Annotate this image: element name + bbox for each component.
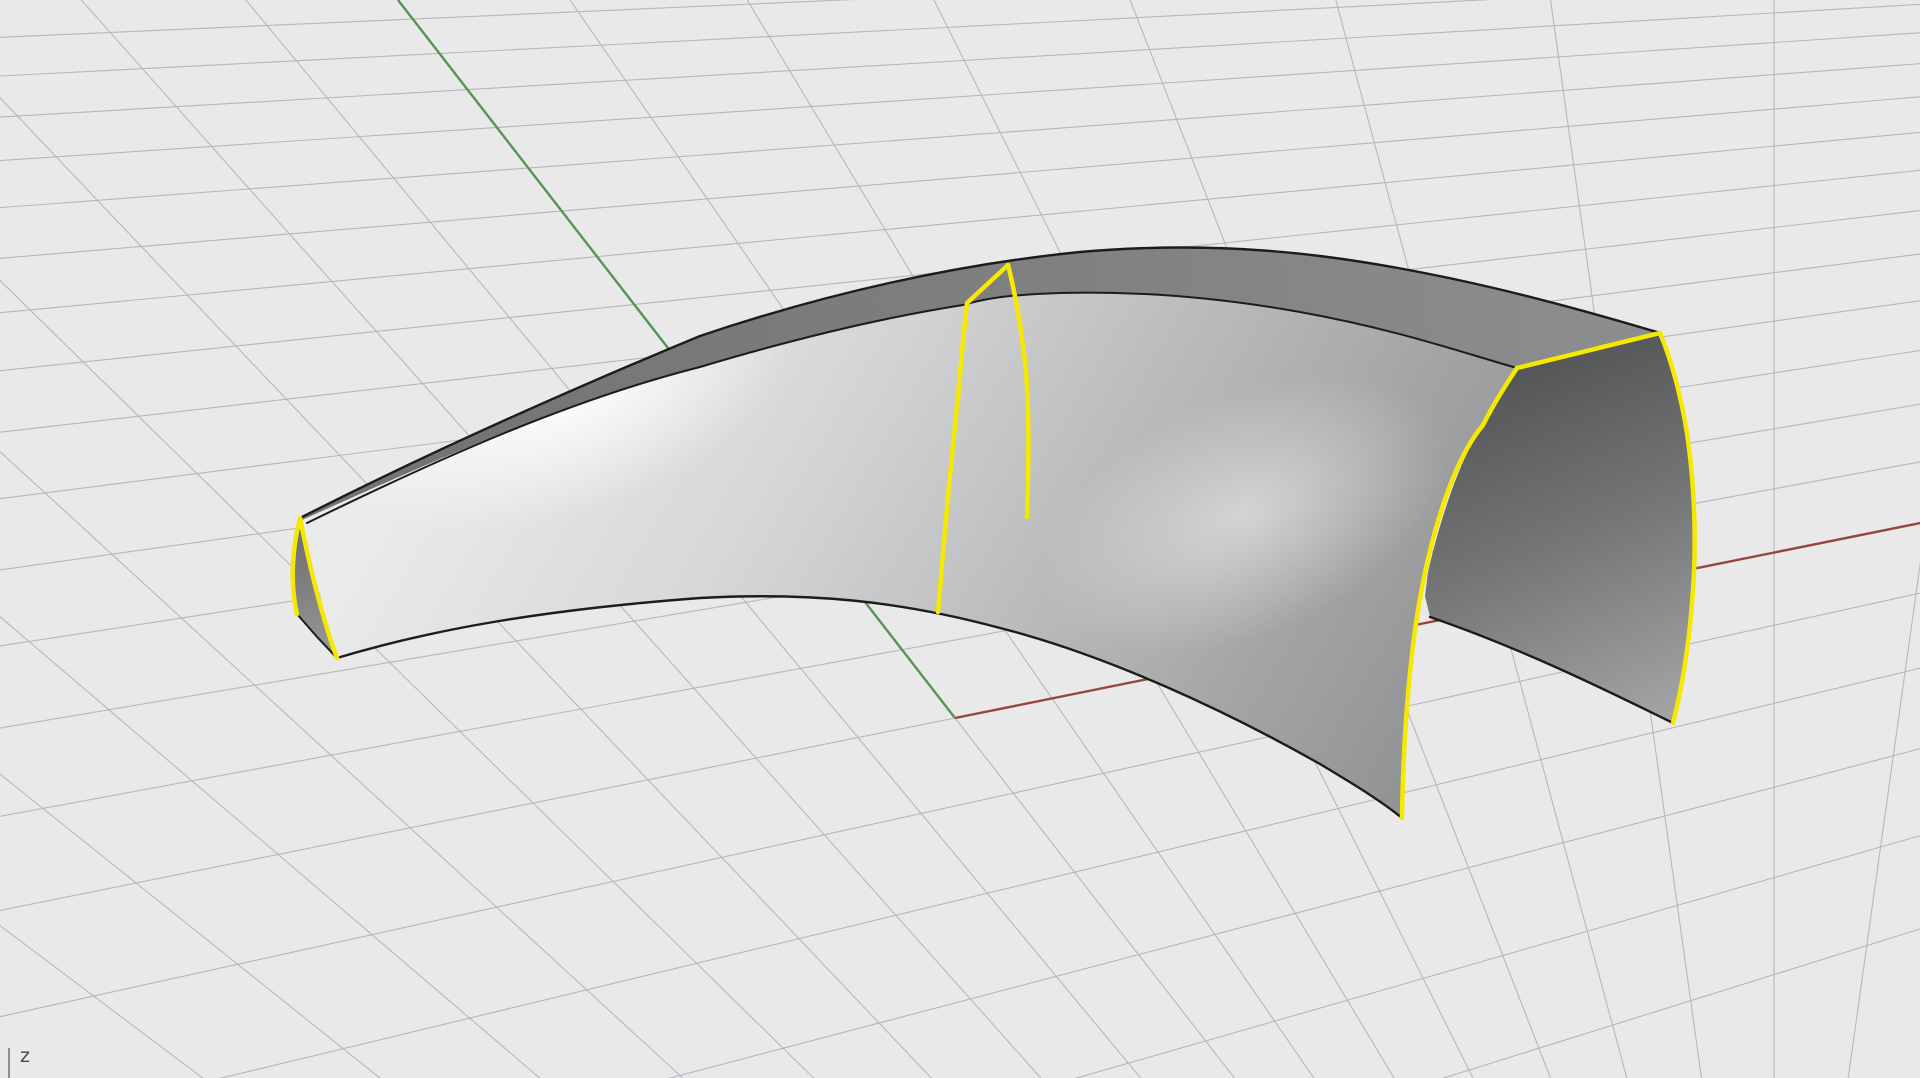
perspective-viewport[interactable]: z <box>0 0 1920 1078</box>
cad-viewport-stage[interactable]: z <box>0 0 1920 1078</box>
z-axis-label: z <box>20 1045 30 1067</box>
